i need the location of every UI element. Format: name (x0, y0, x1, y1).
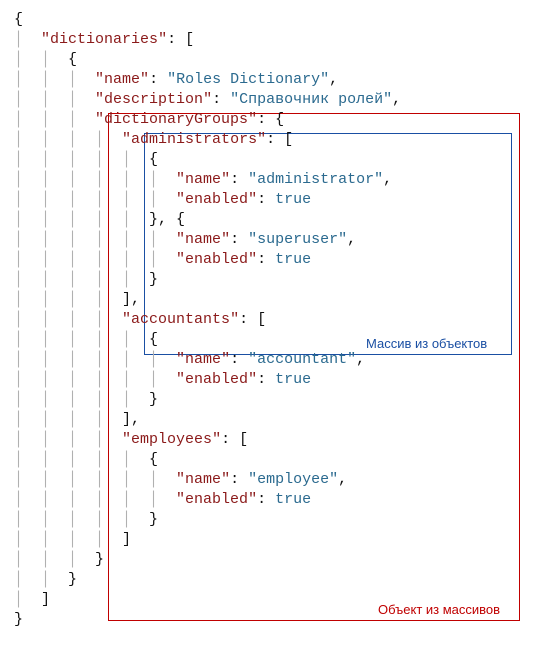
code-line: { (14, 10, 542, 30)
key-accountants: accountants (131, 311, 230, 328)
code-line: │ │ { (14, 50, 542, 70)
code-line: │ │ │ │ │ │ "enabled": true (14, 490, 542, 510)
code-line: │ │ │ │ ], (14, 410, 542, 430)
value-admin-name-1: superuser (257, 231, 338, 248)
key-name: name (185, 231, 221, 248)
key-name: name (185, 351, 221, 368)
code-line: │ │ │ "description": "Справочник ролей", (14, 90, 542, 110)
code-line: │ │ │ │ ], (14, 290, 542, 310)
code-line: │ │ │ │ │ │ "name": "superuser", (14, 230, 542, 250)
code-line: │ │ │ │ "employees": [ (14, 430, 542, 450)
code-line: │ │ │ │ │ } (14, 390, 542, 410)
code-line: │ │ │ │ │ │ "enabled": true (14, 250, 542, 270)
value-accountant-enabled-0: true (275, 371, 311, 388)
key-enabled: enabled (185, 491, 248, 508)
code-block: Массив из объектов Объект из массивов { … (0, 0, 556, 662)
value-admin-enabled-0: true (275, 191, 311, 208)
code-line: │ │ │ │ │ { (14, 330, 542, 350)
key-enabled: enabled (185, 251, 248, 268)
key-name: name (185, 471, 221, 488)
key-dictionaries: dictionaries (50, 31, 158, 48)
code-line: │ │ │ │ │ { (14, 450, 542, 470)
code-line: │ │ │ │ ] (14, 530, 542, 550)
value-employee-enabled-0: true (275, 491, 311, 508)
key-enabled: enabled (185, 191, 248, 208)
code-line: │ │ │ │ │ { (14, 150, 542, 170)
code-line: │ │ │ │ │ │ "name": "accountant", (14, 350, 542, 370)
key-description: description (104, 91, 203, 108)
value-admin-enabled-1: true (275, 251, 311, 268)
key-enabled: enabled (185, 371, 248, 388)
code-line: │ │ } (14, 570, 542, 590)
code-line: │ ] (14, 590, 542, 610)
code-line: │ │ │ │ "administrators": [ (14, 130, 542, 150)
code-line: │ │ │ │ │ } (14, 510, 542, 530)
value-dict-name: Roles Dictionary (176, 71, 320, 88)
code-line: } (14, 610, 542, 630)
key-employees: employees (131, 431, 212, 448)
code-line: │ │ │ │ │ }, { (14, 210, 542, 230)
code-line: │ │ │ "dictionaryGroups": { (14, 110, 542, 130)
key-administrators: administrators (131, 131, 257, 148)
value-employee-name-0: employee (257, 471, 329, 488)
key-name: name (104, 71, 140, 88)
code-line: │ │ │ } (14, 550, 542, 570)
value-accountant-name-0: accountant (257, 351, 347, 368)
value-admin-name-0: administrator (257, 171, 374, 188)
code-line: │ │ │ │ │ } (14, 270, 542, 290)
key-name: name (185, 171, 221, 188)
code-line: │ │ │ │ "accountants": [ (14, 310, 542, 330)
code-line: │ │ │ │ │ │ "enabled": true (14, 370, 542, 390)
key-dictionary-groups: dictionaryGroups (104, 111, 248, 128)
code-line: │ │ │ │ │ │ "enabled": true (14, 190, 542, 210)
code-line: │ │ │ │ │ │ "name": "administrator", (14, 170, 542, 190)
code-line: │ "dictionaries": [ (14, 30, 542, 50)
value-dict-description: Справочник ролей (239, 91, 383, 108)
code-line: │ │ │ │ │ │ "name": "employee", (14, 470, 542, 490)
code-line: │ │ │ "name": "Roles Dictionary", (14, 70, 542, 90)
